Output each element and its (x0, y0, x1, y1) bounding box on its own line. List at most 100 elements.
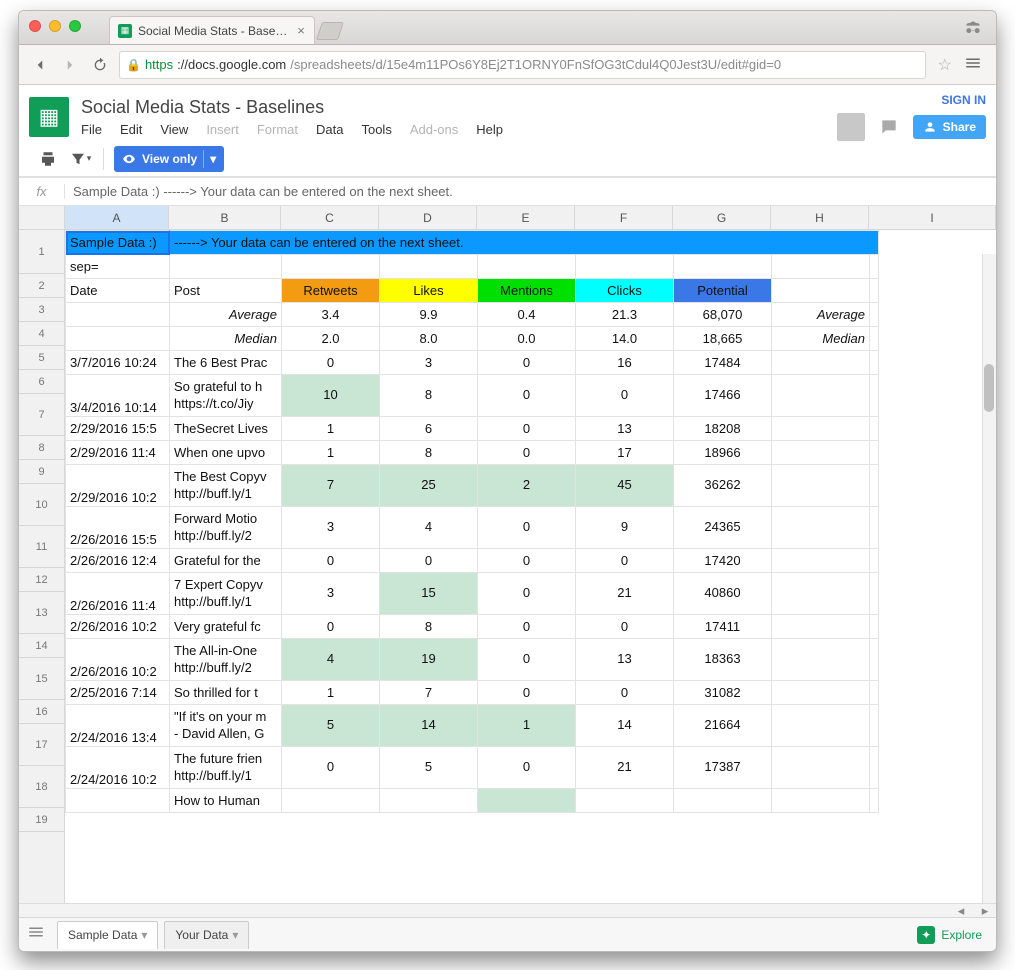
row-header[interactable]: 9 (19, 460, 64, 484)
close-window-icon[interactable] (29, 20, 41, 32)
cell[interactable]: Mentions (478, 279, 576, 303)
cell[interactable]: When one upvo (170, 441, 282, 465)
cell[interactable]: 0 (576, 681, 674, 705)
col-I[interactable]: I (869, 206, 996, 229)
row-header[interactable]: 2 (19, 274, 64, 298)
cell[interactable]: 0 (282, 615, 380, 639)
view-only-caret-icon[interactable]: ▾ (203, 150, 216, 168)
menu-edit[interactable]: Edit (120, 122, 142, 137)
cell[interactable]: Sample Data :) (66, 231, 170, 255)
row-header[interactable]: 7 (19, 394, 64, 436)
sheet-tab-sample[interactable]: Sample Data▾ (57, 921, 158, 949)
cell[interactable] (870, 303, 879, 327)
cell[interactable] (772, 351, 870, 375)
cell[interactable]: The future frienhttp://buff.ly/1 (170, 747, 282, 789)
cell[interactable]: 0 (282, 549, 380, 573)
cell[interactable]: 14 (576, 705, 674, 747)
cell[interactable]: Average (170, 303, 282, 327)
cell[interactable]: Average (772, 303, 870, 327)
cell[interactable] (478, 789, 576, 813)
cell[interactable]: ------> Your data can be entered on the … (170, 231, 879, 255)
cell[interactable]: 5 (380, 747, 478, 789)
cell[interactable]: "If it's on your m- David Allen, G (170, 705, 282, 747)
cell[interactable]: Clicks (576, 279, 674, 303)
cell[interactable]: 17466 (674, 375, 772, 417)
cell[interactable]: 7 (282, 465, 380, 507)
cell[interactable]: 21664 (674, 705, 772, 747)
cell[interactable]: 9.9 (380, 303, 478, 327)
cell[interactable]: 0 (576, 549, 674, 573)
cell[interactable] (870, 573, 879, 615)
cell[interactable]: Very grateful fc (170, 615, 282, 639)
cell[interactable] (870, 789, 879, 813)
cell[interactable] (772, 441, 870, 465)
cell[interactable]: 0.4 (478, 303, 576, 327)
cell[interactable]: 0 (478, 615, 576, 639)
row-header[interactable]: 12 (19, 568, 64, 592)
cell[interactable] (870, 639, 879, 681)
cell[interactable]: 15 (380, 573, 478, 615)
cell[interactable]: 9 (576, 507, 674, 549)
cell[interactable]: 6 (380, 417, 478, 441)
share-button[interactable]: Share (913, 115, 986, 139)
cell[interactable] (772, 375, 870, 417)
cell[interactable] (870, 747, 879, 789)
menu-help[interactable]: Help (476, 122, 503, 137)
row-header[interactable]: 16 (19, 700, 64, 724)
row-header[interactable]: 14 (19, 634, 64, 658)
cell[interactable]: 8 (380, 375, 478, 417)
cell[interactable]: 0 (478, 549, 576, 573)
cell[interactable]: 36262 (674, 465, 772, 507)
cell[interactable]: 4 (380, 507, 478, 549)
explore-button[interactable]: ✦ Explore (911, 926, 988, 944)
cell[interactable]: 18363 (674, 639, 772, 681)
cell[interactable]: 2/29/2016 11:4 (66, 441, 170, 465)
cell[interactable]: 17484 (674, 351, 772, 375)
cell[interactable]: 1 (282, 417, 380, 441)
cell[interactable]: 0 (478, 417, 576, 441)
bookmark-icon[interactable]: ☆ (934, 55, 956, 75)
cell[interactable]: 2/24/2016 13:4 (66, 705, 170, 747)
col-B[interactable]: B (169, 206, 281, 229)
row-header[interactable]: 8 (19, 436, 64, 460)
cell[interactable] (66, 303, 170, 327)
cell[interactable] (772, 789, 870, 813)
cell[interactable]: 0 (478, 573, 576, 615)
col-D[interactable]: D (379, 206, 477, 229)
cell[interactable]: 13 (576, 417, 674, 441)
row-header[interactable]: 3 (19, 298, 64, 322)
cell[interactable]: 2/26/2016 10:2 (66, 639, 170, 681)
row-header[interactable]: 6 (19, 370, 64, 394)
menu-file[interactable]: File (81, 122, 102, 137)
cell[interactable]: 40860 (674, 573, 772, 615)
browser-tab[interactable]: ▦ Social Media Stats - Basel… × (109, 16, 315, 44)
cell[interactable]: TheSecret Lives (170, 417, 282, 441)
cell[interactable]: 3/4/2016 10:14 (66, 375, 170, 417)
cell[interactable] (870, 507, 879, 549)
cell[interactable]: 25 (380, 465, 478, 507)
cell[interactable] (576, 255, 674, 279)
cell[interactable]: 45 (576, 465, 674, 507)
cell[interactable]: 2/26/2016 12:4 (66, 549, 170, 573)
cell[interactable]: 2.0 (282, 327, 380, 351)
row-header[interactable]: 5 (19, 346, 64, 370)
cell[interactable]: 0 (478, 441, 576, 465)
cell[interactable]: 2/26/2016 15:5 (66, 507, 170, 549)
col-C[interactable]: C (281, 206, 379, 229)
cell[interactable] (870, 705, 879, 747)
cell[interactable]: How to Human (170, 789, 282, 813)
cell[interactable]: Retweets (282, 279, 380, 303)
col-H[interactable]: H (771, 206, 869, 229)
cell[interactable] (870, 327, 879, 351)
cell[interactable]: 2/25/2016 7:14 (66, 681, 170, 705)
cell[interactable] (870, 681, 879, 705)
cell[interactable]: 3 (282, 507, 380, 549)
cell[interactable]: 14 (380, 705, 478, 747)
cell[interactable] (870, 255, 879, 279)
cell[interactable]: Date (66, 279, 170, 303)
row-header[interactable]: 4 (19, 322, 64, 346)
cell[interactable] (870, 417, 879, 441)
row-header[interactable]: 10 (19, 484, 64, 526)
menu-view[interactable]: View (160, 122, 188, 137)
cell[interactable] (772, 279, 870, 303)
